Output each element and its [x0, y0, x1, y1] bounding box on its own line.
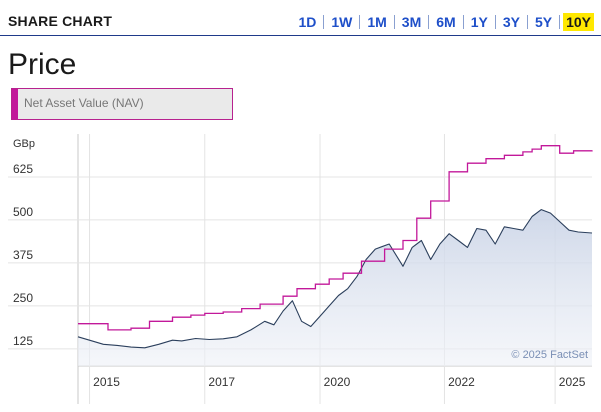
y-tick-label: 125 [13, 334, 33, 348]
chart-credit: © 2025 FactSet [511, 349, 588, 361]
x-tick-label: 2017 [208, 375, 235, 389]
x-tick-label: 2022 [448, 375, 475, 389]
y-tick-label: 375 [13, 248, 33, 262]
x-tick-label: 2020 [324, 375, 351, 389]
x-tick-label: 2025 [559, 375, 586, 389]
y-tick-label: 250 [13, 291, 33, 305]
x-tick-label: 2015 [93, 375, 120, 389]
price-area-fill [78, 209, 592, 366]
price-chart: 125 250 375 500 625 2015 2017 2020 2022 2025 © 20… [8, 134, 593, 404]
y-tick-label: 500 [13, 205, 33, 219]
y-tick-label: 625 [13, 162, 33, 176]
